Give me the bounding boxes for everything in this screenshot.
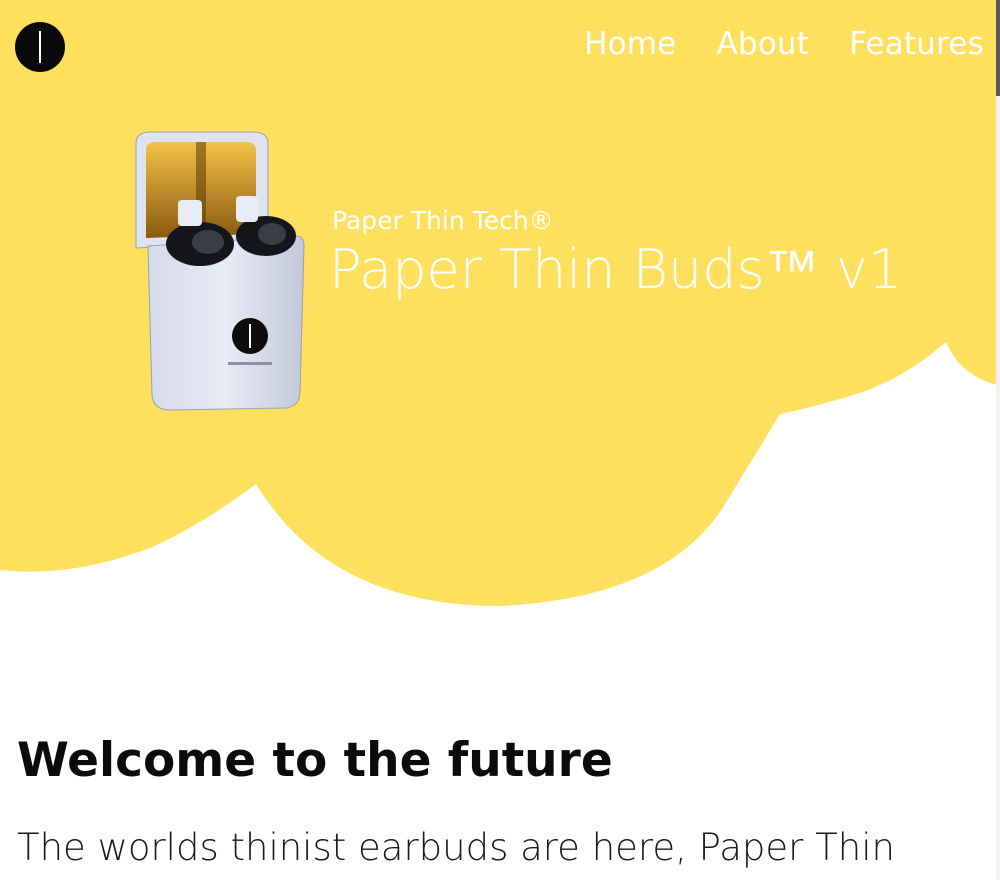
product-title: Paper Thin Buds™ v1 — [329, 238, 903, 301]
earbuds-case-image — [135, 131, 305, 411]
welcome-heading: Welcome to the future — [17, 733, 613, 788]
brand-name: Paper Thin Tech® — [332, 206, 554, 235]
main-nav: Home About Features — [584, 24, 984, 64]
nav-home-link[interactable]: Home — [584, 24, 676, 64]
nav-about-link[interactable]: About — [716, 24, 809, 64]
nav-features-link[interactable]: Features — [849, 24, 984, 64]
logo-icon[interactable] — [15, 22, 65, 72]
page-scrollbar-thumb[interactable] — [996, 0, 1000, 96]
tagline-text: The worlds thinist earbuds are here, Pap… — [17, 826, 895, 869]
page-scrollbar-track[interactable] — [996, 0, 1000, 880]
